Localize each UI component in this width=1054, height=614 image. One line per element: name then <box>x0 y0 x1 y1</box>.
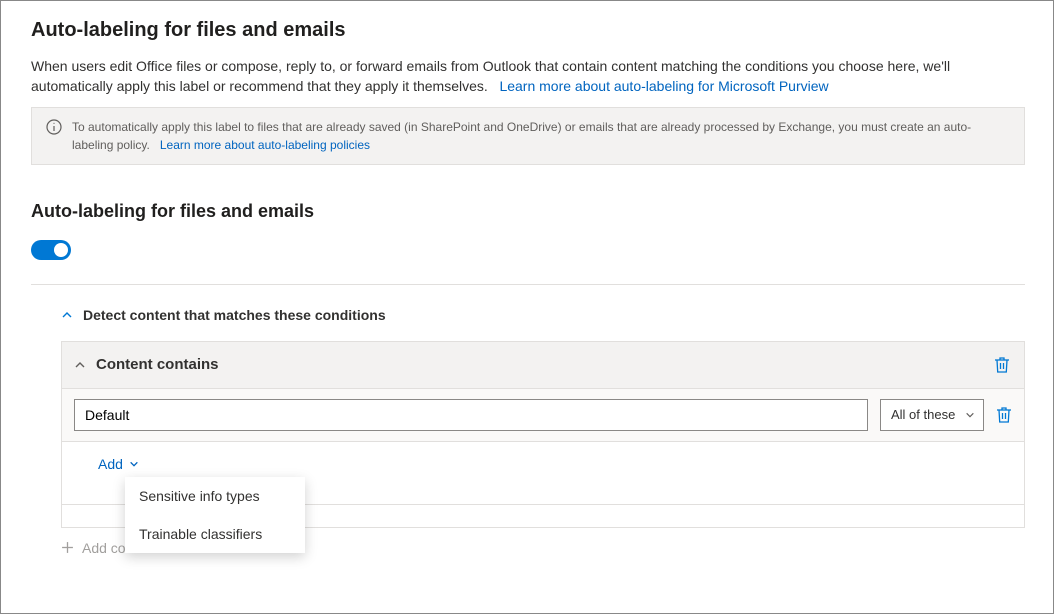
page-title: Auto-labeling for files and emails <box>31 19 1025 42</box>
add-button[interactable]: Add <box>98 456 139 472</box>
chevron-up-icon <box>61 309 73 321</box>
condition-header[interactable]: Content contains <box>62 342 1024 389</box>
detect-conditions-toggle[interactable]: Detect content that matches these condit… <box>61 307 1025 323</box>
toggle-thumb <box>54 243 68 257</box>
detect-conditions-label: Detect content that matches these condit… <box>83 307 386 323</box>
auto-labeling-toggle[interactable] <box>31 240 71 260</box>
menu-item-trainable-classifiers[interactable]: Trainable classifiers <box>125 515 305 553</box>
trash-icon[interactable] <box>996 406 1012 424</box>
logic-dropdown-value: All of these <box>891 407 955 422</box>
chevron-down-icon <box>965 410 975 420</box>
learn-more-link[interactable]: Learn more about auto-labeling for Micro… <box>499 78 828 94</box>
info-icon <box>46 119 62 135</box>
info-banner-link[interactable]: Learn more about auto-labeling policies <box>160 138 370 152</box>
plus-icon <box>61 541 74 554</box>
group-name-input[interactable] <box>74 399 868 431</box>
trash-icon[interactable] <box>994 356 1010 374</box>
logic-dropdown[interactable]: All of these <box>880 399 984 431</box>
condition-group-row: All of these <box>62 389 1024 442</box>
menu-item-sensitive-info-types[interactable]: Sensitive info types <box>125 477 305 515</box>
section-title: Auto-labeling for files and emails <box>31 201 1025 222</box>
chevron-down-icon <box>129 459 139 469</box>
add-button-label: Add <box>98 456 123 472</box>
page-description: When users edit Office files or compose,… <box>31 56 1025 97</box>
add-menu: Sensitive info types Trainable classifie… <box>125 477 305 553</box>
condition-header-label: Content contains <box>96 356 219 373</box>
info-banner: To automatically apply this label to fil… <box>31 107 1025 165</box>
chevron-up-icon <box>74 359 86 371</box>
